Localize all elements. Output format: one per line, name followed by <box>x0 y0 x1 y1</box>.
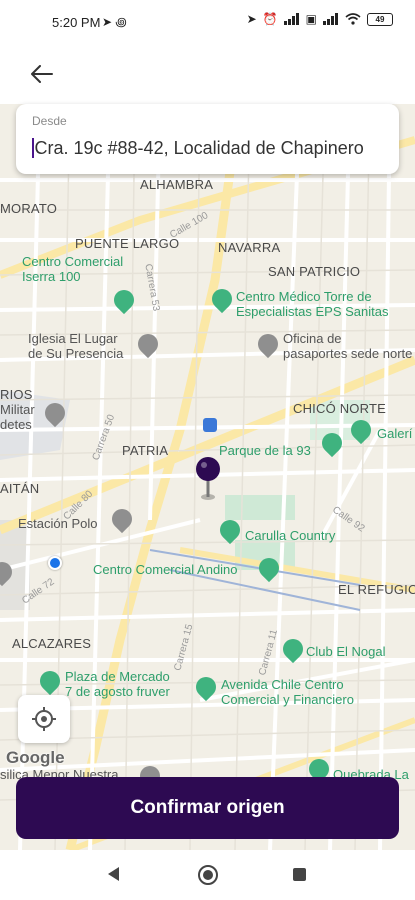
back-button[interactable] <box>22 58 62 90</box>
area-label-aitan: AITÁN <box>0 481 40 496</box>
location-status-icon: ➤ <box>246 12 257 26</box>
area-label-patria: PATRIA <box>122 443 169 458</box>
area-label-rios: RIOS <box>0 387 33 402</box>
nav-home-icon[interactable] <box>198 865 218 885</box>
origin-pin-icon[interactable] <box>192 455 224 501</box>
origin-field-label: Desde <box>32 114 67 128</box>
poi-label-galeria[interactable]: Galerí <box>377 426 412 441</box>
poi-label-parque-93[interactable]: Parque de la 93 <box>219 443 311 458</box>
wifi-icon <box>345 13 361 25</box>
origin-address-value: Cra. 19c #88-42, Localidad de Chapinero <box>34 138 364 158</box>
origin-address-input[interactable]: Cra. 19c #88-42, Localidad de Chapinero <box>32 138 387 159</box>
nav-back-icon[interactable] <box>108 867 119 881</box>
area-label-chico-norte: CHICÓ NORTE <box>293 401 386 416</box>
area-label-alhambra: ALHAMBRA <box>140 177 214 192</box>
poi-label-avenida-chile[interactable]: Avenida Chile Centro Comercial y Financi… <box>221 677 354 707</box>
status-right-icons: ➤ ⏰ ▣ 49 <box>247 12 393 26</box>
poi-label-militar[interactable]: Militar detes <box>0 402 35 432</box>
poi-label-iserra-100[interactable]: Centro Comercial Iserra 100 <box>22 254 123 284</box>
confirm-origin-button[interactable]: Confirmar origen <box>16 777 399 839</box>
area-label-san-patricio: SAN PATRICIO <box>268 264 361 279</box>
origin-address-card[interactable]: Desde Cra. 19c #88-42, Localidad de Chap… <box>16 104 399 174</box>
poi-label-estacion-polo[interactable]: Estación Polo <box>18 516 98 531</box>
poi-label-club-nogal[interactable]: Club El Nogal <box>306 644 386 659</box>
area-label-el-refugio: EL REFUGIO <box>338 582 415 597</box>
signal-icon-2 <box>323 13 338 25</box>
status-bar: 5:20 PM ➤ ꩜ ➤ ⏰ ▣ 49 <box>0 0 415 44</box>
app-header <box>0 44 415 104</box>
signal-icon <box>283 13 299 25</box>
poi-label-plaza-mercado[interactable]: Plaza de Mercado 7 de agosto fruver <box>65 669 170 699</box>
status-notification-icons: ➤ ꩜ <box>102 15 127 29</box>
text-caret <box>32 138 34 158</box>
google-attribution: Google <box>6 748 65 767</box>
user-location-dot <box>48 556 62 570</box>
poi-label-centro-medico[interactable]: Centro Médico Torre de Especialistas EPS… <box>236 289 388 319</box>
area-label-alcazares: ALCAZARES <box>12 636 92 651</box>
poi-label-carulla[interactable]: Carulla Country <box>245 528 335 543</box>
area-label-morato: MORATO <box>0 201 58 216</box>
poi-label-iglesia[interactable]: Iglesia El Lugar de Su Presencia <box>28 331 123 361</box>
battery-icon: 49 <box>367 12 393 26</box>
nav-recent-apps-icon[interactable] <box>293 868 306 881</box>
poi-label-oficina-pasaportes[interactable]: Oficina de pasaportes sede norte <box>283 331 412 361</box>
status-time: 5:20 PM <box>52 15 101 30</box>
crosshair-icon <box>32 707 56 731</box>
alarm-icon: ⏰ <box>262 12 278 26</box>
poi-label-centro-andino[interactable]: Centro Comercial Andino <box>93 562 238 577</box>
arrow-left-icon <box>31 65 53 83</box>
my-location-button[interactable] <box>18 695 70 743</box>
system-nav-bar <box>0 850 415 900</box>
area-label-navarra: NAVARRA <box>218 240 281 255</box>
transit-station-icon[interactable] <box>203 418 217 432</box>
area-label-puente-largo: PUENTE LARGO <box>75 236 180 251</box>
sim-icon: ▣ <box>305 12 317 26</box>
